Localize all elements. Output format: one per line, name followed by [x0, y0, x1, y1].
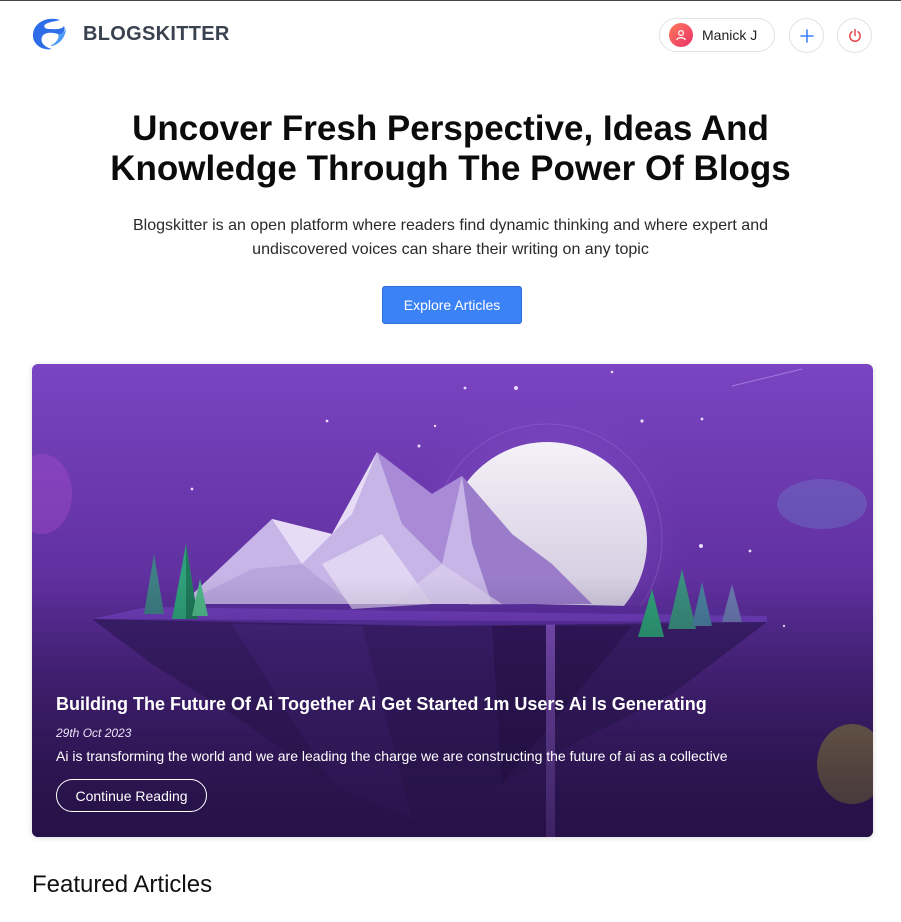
brand-logo-icon[interactable]	[30, 16, 70, 54]
featured-post-excerpt: Ai is transforming the world and we are …	[56, 748, 728, 764]
user-menu-button[interactable]: Manick J	[659, 18, 775, 52]
continue-reading-button[interactable]: Continue Reading	[56, 779, 207, 812]
featured-articles-heading: Featured Articles	[32, 871, 213, 898]
logout-button[interactable]	[837, 18, 872, 53]
brand-name[interactable]: BLOGSKITTER	[83, 23, 230, 46]
hero-title: Uncover Fresh Perspective, Ideas And Kno…	[110, 109, 791, 188]
explore-articles-button[interactable]: Explore Articles	[382, 286, 522, 324]
plus-icon	[799, 28, 814, 43]
hero-subtitle: Blogskitter is an open platform where re…	[132, 217, 768, 258]
user-name: Manick J	[702, 27, 758, 43]
add-post-button[interactable]	[789, 18, 824, 53]
user-avatar-icon	[669, 23, 693, 47]
featured-post-image	[32, 364, 873, 837]
top-navbar: BLOGSKITTER Manick J	[0, 1, 901, 71]
featured-post-card[interactable]: Building The Future Of Ai Together Ai Ge…	[32, 364, 873, 837]
featured-post-title[interactable]: Building The Future Of Ai Together Ai Ge…	[56, 694, 707, 715]
power-icon	[848, 28, 861, 42]
featured-post-date: 29th Oct 2023	[56, 726, 132, 740]
